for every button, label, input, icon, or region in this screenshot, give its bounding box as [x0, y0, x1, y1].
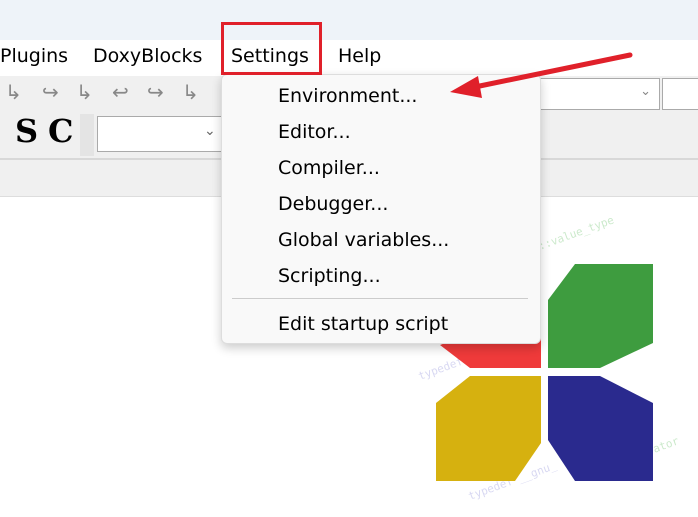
red-arrow-icon	[450, 52, 633, 98]
